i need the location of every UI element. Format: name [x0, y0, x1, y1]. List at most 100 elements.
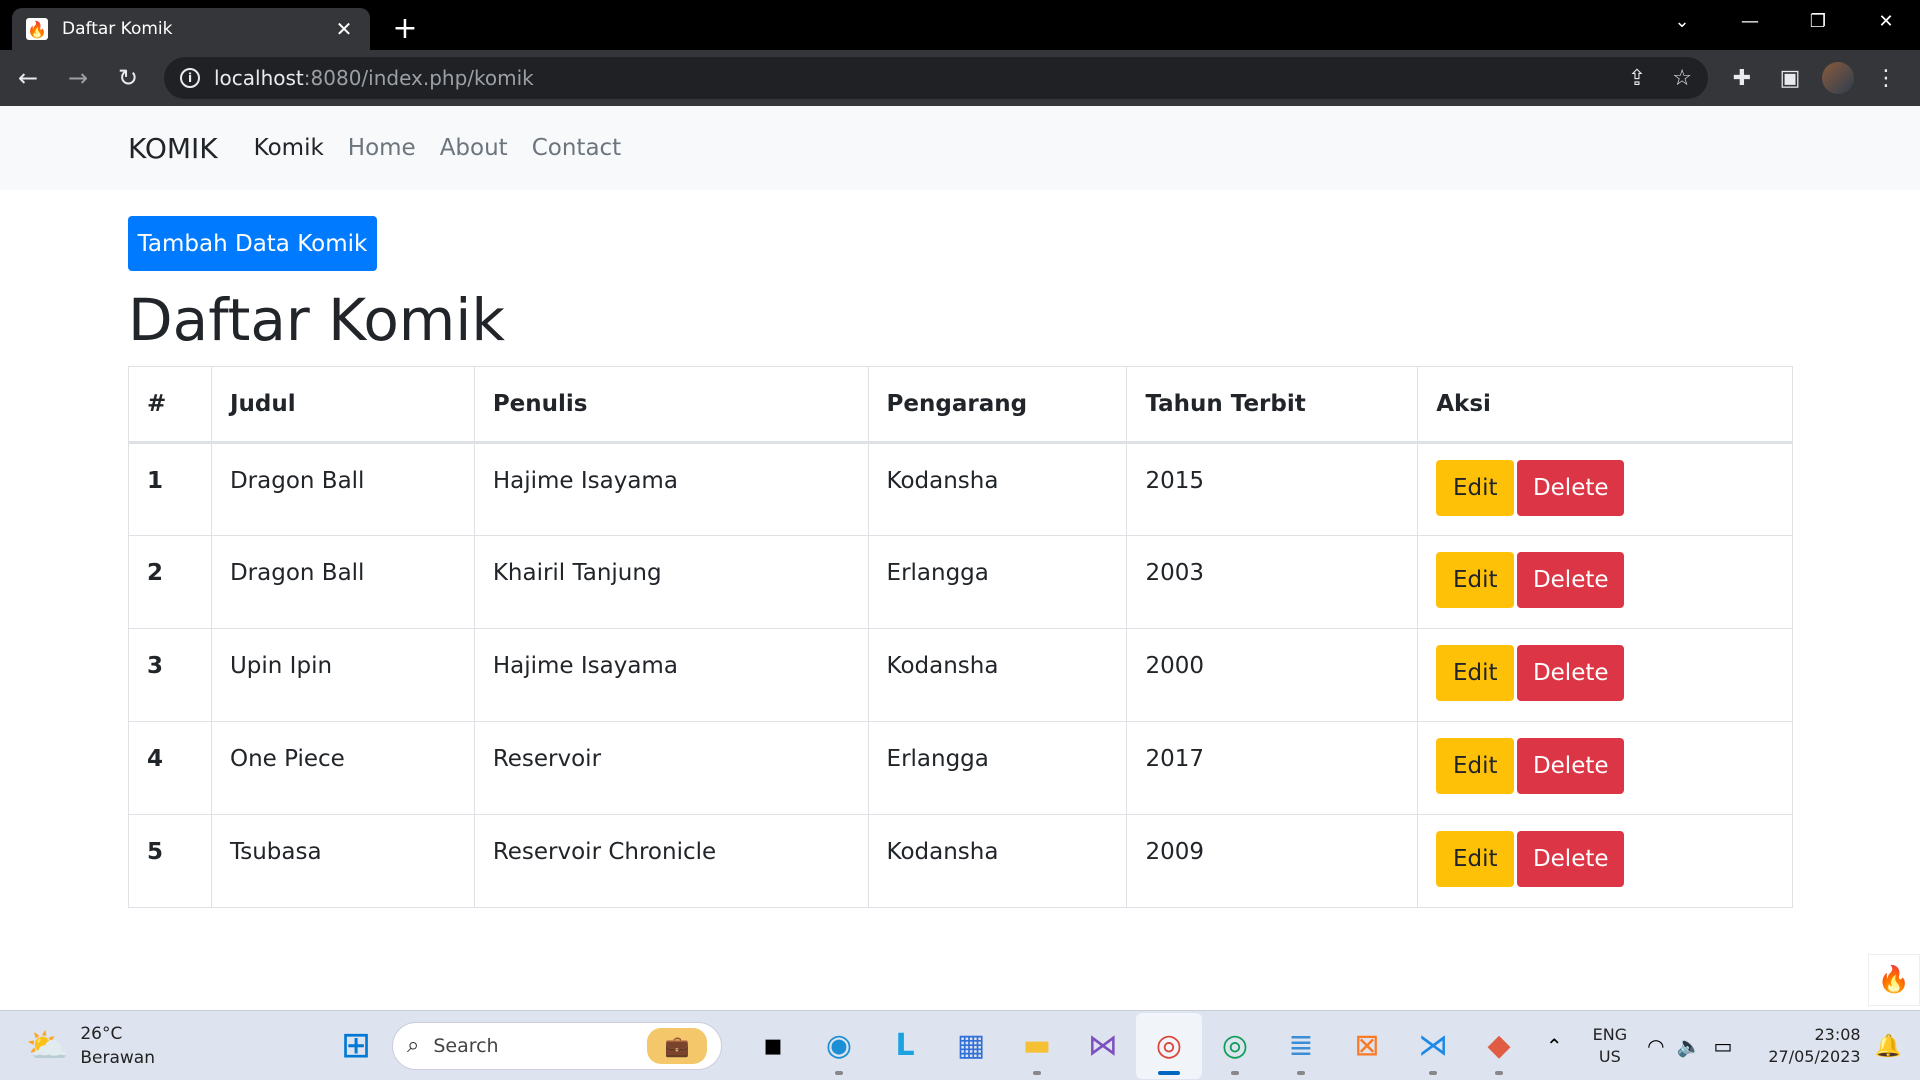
notification-bell-icon[interactable]: 🔔	[1875, 1034, 1902, 1059]
tab-close-icon[interactable]: ✕	[332, 17, 356, 41]
close-window-button[interactable]: ✕	[1852, 11, 1920, 32]
window-controls: ⌄ — ❐ ✕	[1648, 0, 1920, 42]
microsoft-store-icon[interactable]: ▦	[938, 1013, 1004, 1079]
bookmark-star-icon[interactable]: ☆	[1672, 66, 1692, 91]
edit-button[interactable]: Edit	[1436, 645, 1515, 701]
delete-button[interactable]: Delete	[1517, 738, 1625, 794]
windows-taskbar: ⛅ 26°C Berawan ⊞ ⌕ Search 💼 ▪ ◉ L ▦ ▬ ⋈ …	[0, 1010, 1920, 1080]
edit-button[interactable]: Edit	[1436, 460, 1515, 516]
taskbar-search[interactable]: ⌕ Search 💼	[392, 1021, 722, 1070]
codeigniter-flame-icon: 🔥	[26, 18, 48, 40]
language-region: US	[1598, 1047, 1621, 1066]
git-gui-icon[interactable]: ◆	[1466, 1013, 1532, 1079]
weather-temp: 26°C	[80, 1023, 123, 1044]
header-penulis: Penulis	[473, 366, 869, 444]
navbar-brand[interactable]: KOMIK	[128, 132, 218, 165]
reload-icon[interactable]: ↻	[106, 56, 150, 100]
back-arrow-icon[interactable]: ←	[6, 56, 50, 100]
header-judul: Judul	[210, 366, 475, 444]
notepad-icon[interactable]: ≣	[1268, 1013, 1334, 1079]
row-tahun: 2003	[1126, 535, 1419, 629]
search-icon: ⌕	[407, 1033, 420, 1058]
search-highlight-briefcase-icon: 💼	[647, 1027, 707, 1064]
url-host: localhost	[214, 66, 304, 90]
row-number: 1	[128, 442, 212, 536]
table-row: 3 Upin Ipin Hajime Isayama Kodansha 2000…	[128, 628, 1793, 722]
visual-studio-icon[interactable]: ⋈	[1070, 1013, 1136, 1079]
file-explorer-icon[interactable]: ▬	[1004, 1013, 1070, 1079]
volume-icon[interactable]: 🔈	[1677, 1034, 1702, 1058]
weather-widget[interactable]: ⛅ 26°C Berawan	[26, 1022, 326, 1070]
row-number: 3	[128, 628, 212, 722]
url-path: :8080/index.php/komik	[303, 66, 534, 90]
weather-cloud-sun-icon: ⛅	[26, 1025, 69, 1066]
row-penulis: Reservoir Chronicle	[473, 814, 869, 908]
delete-button[interactable]: Delete	[1517, 831, 1625, 887]
delete-button[interactable]: Delete	[1517, 552, 1625, 608]
row-number: 5	[128, 814, 212, 908]
browser-tab[interactable]: 🔥 Daftar Komik ✕	[12, 8, 370, 50]
delete-button[interactable]: Delete	[1517, 460, 1625, 516]
new-tab-button[interactable]: +	[390, 14, 420, 44]
header-tahun-terbit: Tahun Terbit	[1126, 366, 1419, 444]
taskbar-apps: ▪ ◉ L ▦ ▬ ⋈ ◎ ◎ ≣ ⊠ ⋊ ◆	[740, 1012, 1532, 1079]
nav-link-home[interactable]: Home	[348, 135, 416, 161]
site-navbar: KOMIK Komik Home About Contact	[0, 106, 1920, 190]
row-pengarang: Kodansha	[867, 628, 1128, 722]
chrome-profile-icon[interactable]: ◎	[1202, 1013, 1268, 1079]
minimize-button[interactable]: —	[1716, 11, 1784, 32]
chrome-icon-active[interactable]: ◎	[1136, 1012, 1202, 1079]
table-row: 1 Dragon Ball Hajime Isayama Kodansha 20…	[128, 442, 1793, 536]
codeigniter-debug-toolbar-icon[interactable]: 🔥	[1868, 954, 1920, 1006]
site-info-icon[interactable]: i	[180, 68, 200, 88]
nav-link-about[interactable]: About	[440, 135, 508, 161]
windows-start-icon[interactable]: ⊞	[326, 1025, 386, 1066]
nav-link-contact[interactable]: Contact	[532, 135, 621, 161]
row-penulis: Reservoir	[473, 721, 869, 815]
menu-kebab-icon[interactable]: ⋮	[1862, 66, 1910, 91]
vscode-icon[interactable]: ⋊	[1400, 1013, 1466, 1079]
forward-arrow-icon[interactable]: →	[56, 56, 100, 100]
nav-link-komik[interactable]: Komik	[254, 135, 324, 161]
add-comic-button[interactable]: Tambah Data Komik	[128, 216, 377, 271]
edit-button[interactable]: Edit	[1436, 552, 1515, 608]
show-hidden-icons-chevron-icon[interactable]: ⌃	[1546, 1034, 1563, 1058]
row-actions: Edit Delete	[1417, 721, 1793, 815]
row-pengarang: Erlangga	[867, 721, 1128, 815]
row-pengarang: Kodansha	[867, 442, 1128, 536]
address-bar[interactable]: i localhost:8080/index.php/komik ⇪ ☆	[164, 57, 1708, 99]
table-row: 2 Dragon Ball Khairil Tanjung Erlangga 2…	[128, 535, 1793, 629]
language-code: ENG	[1592, 1025, 1628, 1044]
battery-icon[interactable]: ▭	[1713, 1034, 1732, 1058]
extensions-puzzle-icon[interactable]: ✚	[1718, 66, 1766, 91]
edge-browser-icon[interactable]: ◉	[806, 1013, 872, 1079]
xampp-icon[interactable]: ⊠	[1334, 1013, 1400, 1079]
task-view-icon[interactable]: ▪	[740, 1013, 806, 1079]
row-penulis: Hajime Isayama	[473, 628, 869, 722]
edit-button[interactable]: Edit	[1436, 738, 1515, 794]
row-actions: Edit Delete	[1417, 535, 1793, 629]
profile-avatar[interactable]	[1822, 62, 1854, 94]
side-panel-icon[interactable]: ▣	[1766, 66, 1814, 91]
l-app-icon[interactable]: L	[872, 1013, 938, 1079]
share-icon[interactable]: ⇪	[1628, 66, 1646, 91]
header-aksi: Aksi	[1417, 366, 1793, 444]
header-pengarang: Pengarang	[867, 366, 1128, 444]
url-text[interactable]: localhost:8080/index.php/komik	[214, 66, 1602, 90]
header-number: #	[128, 366, 212, 444]
weather-desc: Berawan	[80, 1047, 155, 1068]
wifi-icon[interactable]: ◠	[1647, 1034, 1664, 1058]
table-header-row: # Judul Penulis Pengarang Tahun Terbit A…	[128, 366, 1793, 444]
row-number: 4	[128, 721, 212, 815]
delete-button[interactable]: Delete	[1517, 645, 1625, 701]
taskbar-clock[interactable]: 23:08 27/05/2023	[1768, 1024, 1860, 1068]
language-indicator[interactable]: ENG US	[1593, 1024, 1627, 1068]
restore-button[interactable]: ❐	[1784, 11, 1852, 32]
comic-table: # Judul Penulis Pengarang Tahun Terbit A…	[128, 366, 1793, 908]
edit-button[interactable]: Edit	[1436, 831, 1515, 887]
row-judul: Dragon Ball	[210, 535, 475, 629]
row-tahun: 2015	[1126, 442, 1419, 536]
tab-search-chevron-icon[interactable]: ⌄	[1648, 11, 1716, 32]
table-row: 4 One Piece Reservoir Erlangga 2017 Edit…	[128, 721, 1793, 815]
row-tahun: 2017	[1126, 721, 1419, 815]
